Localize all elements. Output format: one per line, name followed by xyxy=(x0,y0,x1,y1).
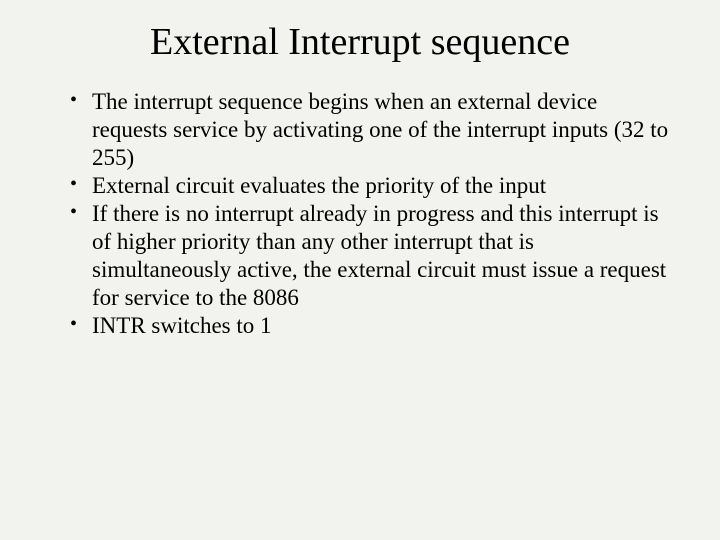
slide-title: External Interrupt sequence xyxy=(40,20,680,64)
list-item: The interrupt sequence begins when an ex… xyxy=(70,88,670,172)
list-item: External circuit evaluates the priority … xyxy=(70,172,670,200)
list-item: If there is no interrupt already in prog… xyxy=(70,200,670,312)
bullet-list: The interrupt sequence begins when an ex… xyxy=(40,88,680,340)
list-item: INTR switches to 1 xyxy=(70,312,670,340)
